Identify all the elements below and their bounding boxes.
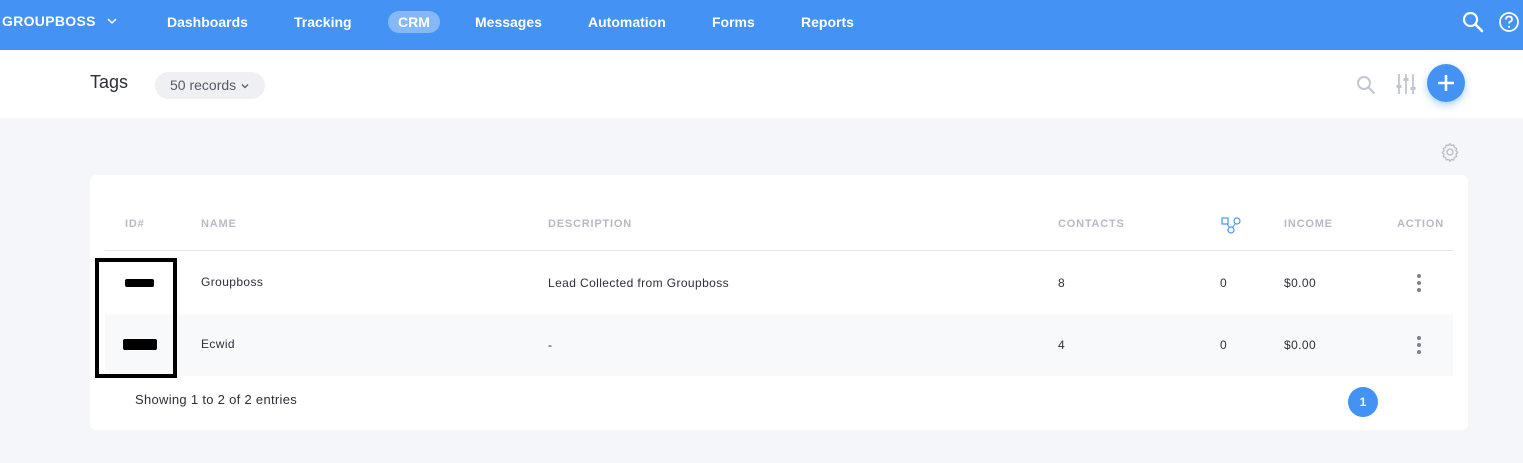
- table-row[interactable]: Ecwid - 4 0 $0.00: [105, 314, 1453, 376]
- records-dropdown[interactable]: 50 records: [155, 72, 266, 99]
- tag-income: $0.00: [1284, 276, 1317, 290]
- tags-table-card: ID# NAME DESCRIPTION CONTACTS INCOME ACT…: [90, 175, 1468, 430]
- highlight-box: [95, 258, 177, 378]
- page-header: Tags 50 records: [0, 50, 1523, 118]
- tag-description: Lead Collected from Groupboss: [548, 276, 730, 290]
- tag-income: $0.00: [1284, 338, 1317, 352]
- records-count: 50 records: [170, 77, 237, 93]
- tag-connections: 0: [1220, 276, 1228, 290]
- col-description[interactable]: DESCRIPTION: [548, 218, 632, 230]
- search-icon[interactable]: [1355, 74, 1377, 96]
- plus-icon: [1438, 75, 1454, 91]
- tag-name[interactable]: Ecwid: [201, 337, 235, 351]
- chevron-down-icon: [241, 83, 249, 88]
- entries-info: Showing 1 to 2 of 2 entries: [135, 392, 298, 407]
- nav-forms[interactable]: Forms: [702, 11, 765, 33]
- nav-crm[interactable]: CRM: [388, 11, 440, 33]
- tag-name[interactable]: Groupboss: [201, 275, 263, 289]
- brand-menu[interactable]: GROUPBOSS: [2, 13, 118, 29]
- nav-reports[interactable]: Reports: [791, 11, 864, 33]
- gear-icon[interactable]: [1440, 142, 1460, 162]
- col-contacts[interactable]: CONTACTS: [1058, 218, 1125, 230]
- add-tag-button[interactable]: [1427, 64, 1465, 102]
- header-divider: [105, 250, 1453, 251]
- filter-sliders-icon[interactable]: [1395, 72, 1417, 96]
- nav-tracking[interactable]: Tracking: [284, 11, 362, 33]
- nav-automation[interactable]: Automation: [578, 11, 676, 33]
- row-actions-menu-icon[interactable]: [1412, 335, 1426, 355]
- col-name[interactable]: NAME: [201, 218, 237, 230]
- tag-contacts: 4: [1058, 338, 1066, 352]
- search-icon[interactable]: [1461, 10, 1485, 34]
- nav-dashboards[interactable]: Dashboards: [157, 11, 258, 33]
- tag-connections: 0: [1220, 338, 1228, 352]
- col-id[interactable]: ID#: [125, 218, 145, 230]
- table-row[interactable]: Groupboss Lead Collected from Groupboss …: [105, 252, 1453, 314]
- pagination-page-1[interactable]: 1: [1348, 387, 1378, 417]
- top-navbar: GROUPBOSS Dashboards Tracking CRM Messag…: [0, 0, 1523, 50]
- col-income[interactable]: INCOME: [1284, 218, 1333, 230]
- nav-messages[interactable]: Messages: [465, 11, 552, 33]
- chevron-down-icon: [107, 18, 117, 25]
- row-actions-menu-icon[interactable]: [1412, 273, 1426, 293]
- help-icon[interactable]: [1498, 11, 1520, 33]
- page-title: Tags: [90, 72, 129, 92]
- tag-contacts: 8: [1058, 276, 1066, 290]
- col-action: ACTION: [1397, 218, 1444, 230]
- brand-name: GROUPBOSS: [2, 13, 96, 29]
- tag-description: -: [548, 338, 553, 352]
- nodes-icon[interactable]: [1221, 216, 1241, 234]
